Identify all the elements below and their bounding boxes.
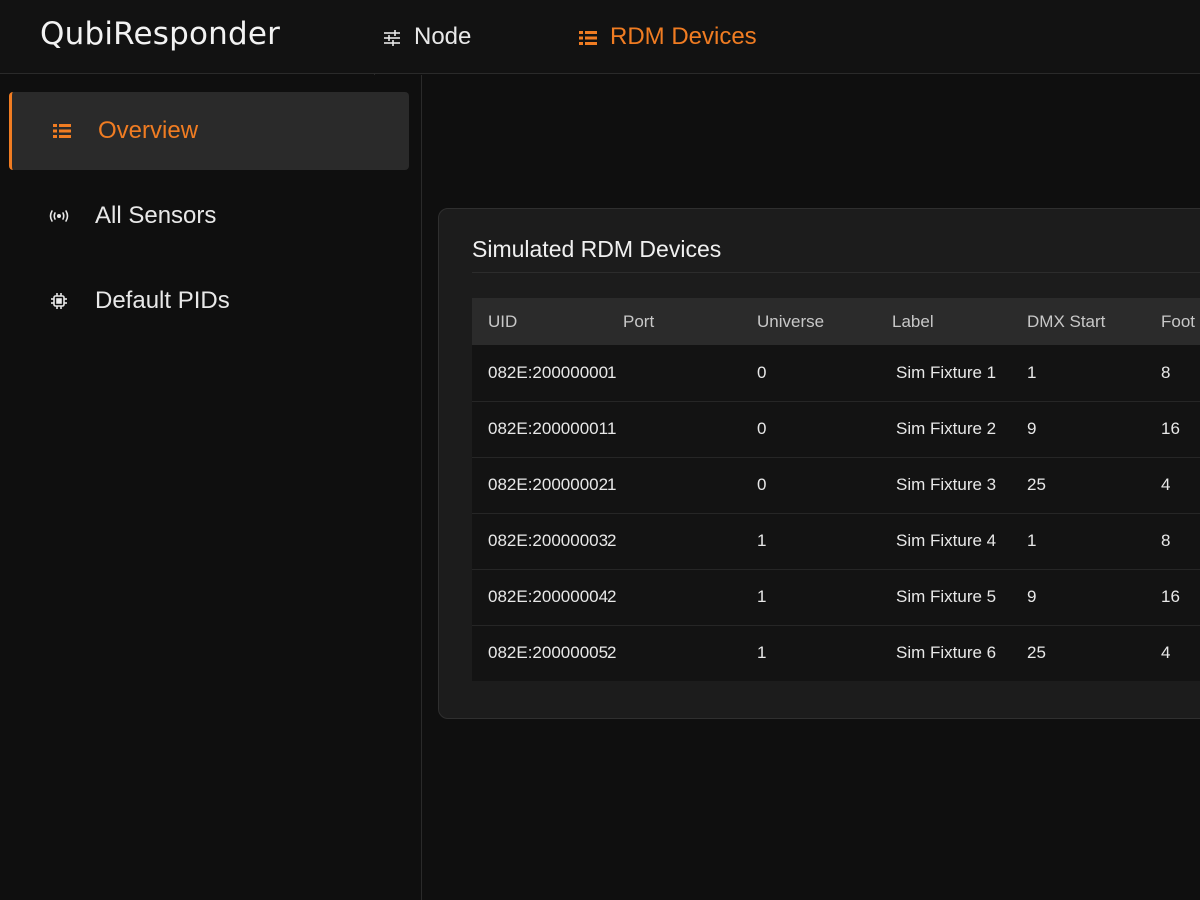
card-title: Simulated RDM Devices bbox=[472, 236, 722, 262]
list-icon bbox=[50, 119, 74, 143]
cell-dmx-start: 25 bbox=[1011, 625, 1145, 681]
sidebar-item-label: Overview bbox=[98, 117, 199, 144]
cell-universe: 1 bbox=[741, 569, 876, 626]
sidebar-item-label: Default PIDs bbox=[95, 287, 230, 314]
cell-port: 1 bbox=[607, 457, 741, 514]
cell-universe: 0 bbox=[741, 401, 876, 458]
column-header-universe[interactable]: Universe bbox=[741, 298, 876, 345]
cell-uid: 082E:20000000 bbox=[472, 345, 608, 402]
cell-uid: 082E:20000001 bbox=[472, 401, 608, 458]
cell-universe: 0 bbox=[741, 345, 876, 402]
cell-label: Sim Fixture 2 bbox=[876, 401, 1011, 458]
cell-dmx-start: 25 bbox=[1011, 457, 1145, 514]
cell-footprint: 8 bbox=[1145, 513, 1200, 570]
column-header-footprint[interactable]: Foot bbox=[1145, 298, 1200, 345]
cell-uid: 082E:20000002 bbox=[472, 457, 608, 514]
cell-dmx-start: 1 bbox=[1011, 513, 1145, 570]
cell-port: 2 bbox=[607, 569, 741, 626]
cell-label: Sim Fixture 5 bbox=[876, 569, 1011, 626]
rdm-devices-card: Simulated RDM Devices UID Port Universe … bbox=[438, 208, 1200, 719]
column-header-label[interactable]: Label bbox=[876, 298, 1011, 345]
table-row[interactable]: 082E:20000000 1 0 Sim Fixture 1 1 8 bbox=[472, 345, 1200, 402]
column-header-dmx-start[interactable]: DMX Start bbox=[1011, 298, 1145, 345]
cell-port: 1 bbox=[607, 401, 741, 458]
cell-label: Sim Fixture 6 bbox=[876, 625, 1011, 681]
table-row[interactable]: 082E:20000002 1 0 Sim Fixture 3 25 4 bbox=[472, 457, 1200, 514]
cell-port: 2 bbox=[607, 625, 741, 681]
divider bbox=[472, 272, 1200, 273]
cell-uid: 082E:20000003 bbox=[472, 513, 608, 570]
cell-footprint: 4 bbox=[1145, 625, 1200, 681]
topnav-rdm-devices[interactable]: RDM Devices bbox=[578, 22, 757, 52]
cell-label: Sim Fixture 3 bbox=[876, 457, 1011, 514]
cell-dmx-start: 9 bbox=[1011, 569, 1145, 626]
column-header-uid[interactable]: UID bbox=[472, 298, 607, 345]
table-header-row: UID Port Universe Label DMX Start Foot bbox=[472, 298, 1200, 345]
table-row[interactable]: 082E:20000003 2 1 Sim Fixture 4 1 8 bbox=[472, 513, 1200, 570]
list-icon bbox=[578, 27, 598, 47]
cell-port: 2 bbox=[607, 513, 741, 570]
table-row[interactable]: 082E:20000005 2 1 Sim Fixture 6 25 4 bbox=[472, 625, 1200, 681]
topnav-node-label: Node bbox=[414, 23, 472, 50]
cell-universe: 0 bbox=[741, 457, 876, 514]
cell-footprint: 16 bbox=[1145, 569, 1200, 626]
cell-dmx-start: 9 bbox=[1011, 401, 1145, 458]
sidebar: Overview All Sensors Default PIDs bbox=[0, 75, 422, 900]
cell-label: Sim Fixture 4 bbox=[876, 513, 1011, 570]
sidebar-item-label: All Sensors bbox=[95, 202, 217, 229]
column-header-port[interactable]: Port bbox=[607, 298, 741, 345]
cell-port: 1 bbox=[607, 345, 741, 402]
table-row[interactable]: 082E:20000001 1 0 Sim Fixture 2 9 16 bbox=[472, 401, 1200, 458]
broadcast-icon bbox=[47, 204, 71, 228]
sidebar-item-overview[interactable]: Overview bbox=[9, 92, 409, 170]
cell-dmx-start: 1 bbox=[1011, 345, 1145, 402]
cell-uid: 082E:20000004 bbox=[472, 569, 608, 626]
sliders-icon bbox=[382, 27, 402, 47]
cell-universe: 1 bbox=[741, 513, 876, 570]
cell-label: Sim Fixture 1 bbox=[876, 345, 1011, 402]
sidebar-item-all-sensors[interactable]: All Sensors bbox=[9, 177, 409, 255]
cell-footprint: 8 bbox=[1145, 345, 1200, 402]
topnav-rdm-label: RDM Devices bbox=[610, 23, 757, 50]
app-brand[interactable]: QubiResponder bbox=[40, 16, 280, 52]
table-row[interactable]: 082E:20000004 2 1 Sim Fixture 5 9 16 bbox=[472, 569, 1200, 626]
sidebar-item-default-pids[interactable]: Default PIDs bbox=[9, 262, 409, 340]
cell-footprint: 16 bbox=[1145, 401, 1200, 458]
cell-footprint: 4 bbox=[1145, 457, 1200, 514]
top-bar: QubiResponder Node RDM Devices bbox=[0, 0, 1200, 74]
chip-icon bbox=[47, 289, 71, 313]
cell-universe: 1 bbox=[741, 625, 876, 681]
devices-table: UID Port Universe Label DMX Start Foot 0… bbox=[472, 298, 1200, 681]
topnav-node[interactable]: Node bbox=[382, 22, 471, 52]
cell-uid: 082E:20000005 bbox=[472, 625, 608, 681]
